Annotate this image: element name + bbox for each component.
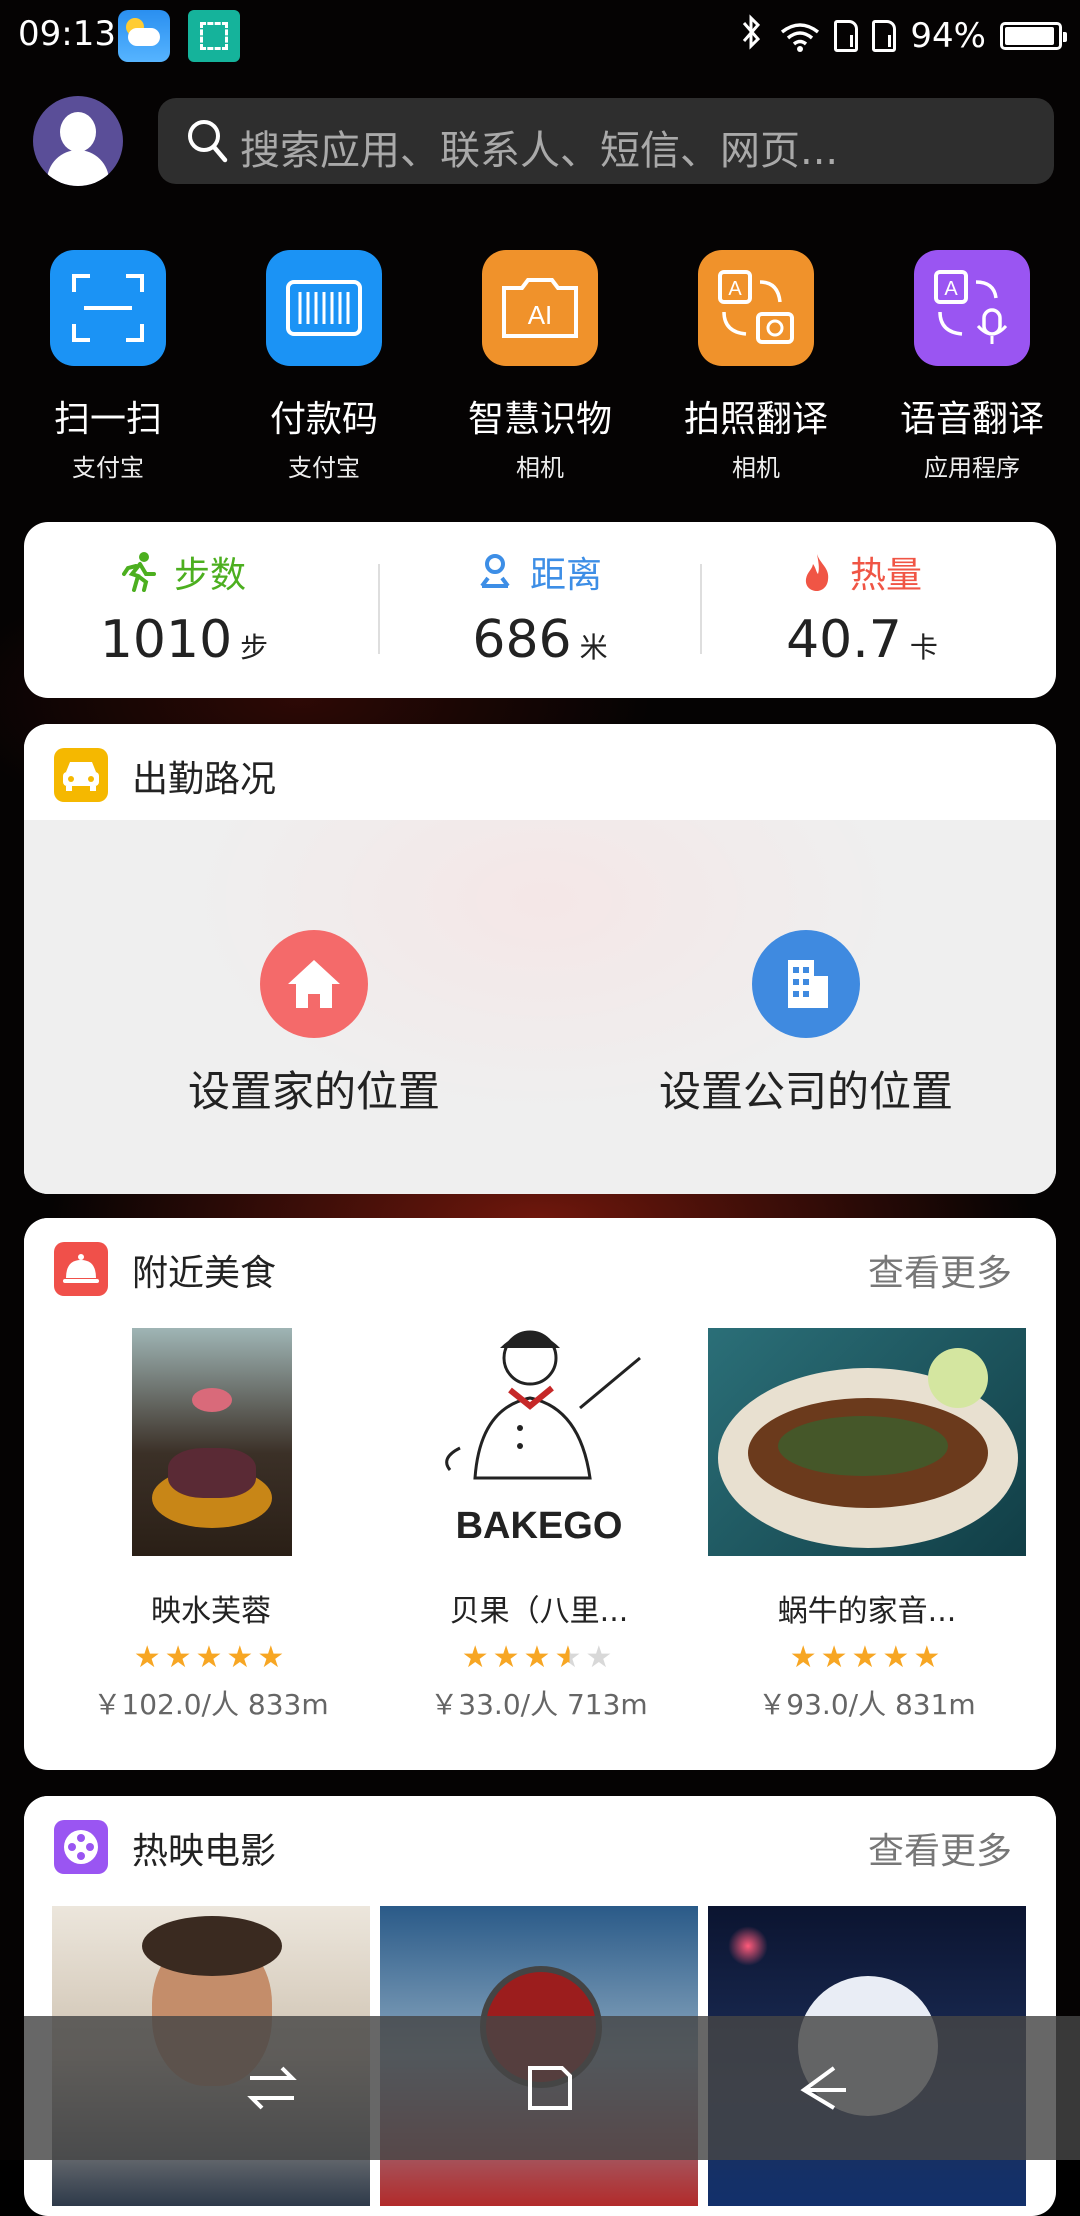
bluetooth-icon <box>738 13 766 59</box>
restaurant-name: 蜗牛的家音... <box>777 1594 957 1629</box>
flame-icon <box>805 554 829 591</box>
card-title: 热映电影 <box>132 1831 277 1872</box>
commute-body: 设置家的位置 设置公司的位置 <box>24 820 1056 1194</box>
card-title: 出勤路况 <box>132 759 277 800</box>
fitness-card[interactable]: 步数 1010 步 距离 686 米 热量 40.7 卡 <box>24 522 1056 698</box>
nearby-food-card: 附近美食 查看更多 映水芙蓉 ★★★★★ ￥102.0/人 833m BAKEG… <box>24 1218 1056 1770</box>
location-icon <box>480 554 510 588</box>
photo-translate-icon: A <box>698 250 814 366</box>
svg-text:A: A <box>944 278 958 300</box>
shortcut-voice-translate[interactable]: A 语音翻译 应用程序 <box>872 250 1072 483</box>
chef-logo-image: BAKEGO <box>445 1330 641 1547</box>
shortcut-sub: 相机 <box>516 454 564 482</box>
shortcut-sub: 相机 <box>732 454 780 482</box>
weather-app-icon <box>118 10 170 62</box>
restaurant-name: 映水芙蓉 <box>151 1594 271 1629</box>
barcode-icon <box>266 250 382 366</box>
restaurant-photo <box>52 1328 370 1556</box>
movies-see-more-link[interactable]: 查看更多 <box>868 1822 1012 1874</box>
svg-text:A: A <box>728 278 742 300</box>
status-time: 09:13 <box>18 14 116 54</box>
restaurant-card[interactable]: BAKEGO 贝果（八里... ★★★★★ ￥33.0/人 713m <box>380 1328 698 1748</box>
home-icon <box>260 930 368 1038</box>
battery-percent: 94% <box>910 16 986 56</box>
calories-label: 热量 <box>849 555 922 596</box>
back-icon[interactable] <box>794 2060 854 2116</box>
shortcut-photo-translate[interactable]: A 拍照翻译 相机 <box>656 250 856 483</box>
restaurant-card[interactable]: 蜗牛的家音... ★★★★★ ￥93.0/人 831m <box>708 1328 1026 1748</box>
running-icon <box>121 552 156 592</box>
rating-stars: ★★★★★ <box>789 1640 945 1675</box>
home-button-icon[interactable] <box>518 2060 578 2116</box>
scanner-app-icon <box>188 10 240 62</box>
battery-icon <box>1000 22 1067 50</box>
shortcut-label: 智慧识物 <box>467 399 612 440</box>
restaurant-card[interactable]: 映水芙蓉 ★★★★★ ￥102.0/人 833m <box>52 1328 370 1748</box>
car-icon <box>54 748 108 802</box>
status-bar: 09:13 94% <box>0 0 1080 72</box>
card-header: 热映电影 查看更多 <box>24 1796 1056 1892</box>
steps-value: 1010 <box>99 610 233 670</box>
shortcut-scan[interactable]: 扫一扫 支付宝 <box>8 250 208 483</box>
card-header: 附近美食 查看更多 <box>24 1218 1056 1314</box>
shortcut-label: 拍照翻译 <box>683 399 828 440</box>
shortcut-sub: 应用程序 <box>924 454 1020 482</box>
card-header: 出勤路况 <box>24 724 1056 820</box>
shortcut-label: 付款码 <box>269 399 378 440</box>
film-reel-icon <box>54 1820 108 1874</box>
navigation-bar <box>24 2016 1080 2160</box>
rating-stars: ★★★★★ <box>461 1640 617 1675</box>
distance-value: 686 <box>472 610 572 670</box>
svg-text:AI: AI <box>528 300 553 330</box>
restaurant-name: 贝果（八里... <box>449 1594 629 1629</box>
office-building-icon <box>752 930 860 1038</box>
restaurant-meta: ￥102.0/人 833m <box>93 1688 329 1721</box>
calories-stat: 热量 40.7 卡 <box>702 522 1022 698</box>
set-office-button[interactable]: 设置公司的位置 <box>596 930 1016 1119</box>
restaurant-meta: ￥93.0/人 831m <box>758 1688 976 1721</box>
steps-stat: 步数 1010 步 <box>24 522 344 698</box>
calories-unit: 卡 <box>909 631 938 664</box>
steps-label: 步数 <box>173 555 246 596</box>
restaurant-photo <box>708 1328 1026 1556</box>
steps-unit: 步 <box>240 631 269 664</box>
battery-level <box>1005 27 1054 45</box>
commute-card: 出勤路况 设置家的位置 设置公司的位置 <box>24 724 1056 1194</box>
shortcut-sub: 支付宝 <box>288 454 360 482</box>
sim-icon <box>872 20 897 52</box>
food-see-more-link[interactable]: 查看更多 <box>868 1244 1012 1296</box>
search-input[interactable]: 搜索应用、联系人、短信、网页... <box>240 118 838 176</box>
set-home-button[interactable]: 设置家的位置 <box>104 930 524 1119</box>
voice-translate-icon: A <box>914 250 1030 366</box>
shortcut-ai-recognize[interactable]: AI 智慧识物 相机 <box>440 250 640 483</box>
restaurant-meta: ￥33.0/人 713m <box>430 1688 648 1721</box>
home-label: 设置家的位置 <box>187 1067 440 1116</box>
shortcut-payment-code[interactable]: 付款码 支付宝 <box>224 250 424 483</box>
calories-value: 40.7 <box>786 610 902 670</box>
ai-camera-icon: AI <box>482 250 598 366</box>
wifi-icon <box>780 21 820 52</box>
restaurant-photo: BAKEGO <box>380 1328 698 1556</box>
search-bar[interactable]: 搜索应用、联系人、短信、网页... <box>158 98 1054 184</box>
search-icon <box>188 120 228 163</box>
distance-stat: 距离 686 米 <box>380 522 700 698</box>
rating-stars: ★★★★★ <box>133 1640 289 1675</box>
scan-icon <box>50 250 166 366</box>
distance-label: 距离 <box>529 555 602 596</box>
avatar[interactable] <box>33 96 123 186</box>
bakery-logo-text: BAKEGO <box>456 1505 623 1547</box>
shortcut-row: 扫一扫 支付宝 付款码 支付宝 AI 智慧识物 相机 A 拍照翻译 相机 A 语… <box>0 250 1080 483</box>
switch-apps-icon[interactable] <box>242 2060 302 2116</box>
shortcut-label: 语音翻译 <box>899 399 1044 440</box>
shortcut-label: 扫一扫 <box>53 399 162 440</box>
shortcut-sub: 支付宝 <box>72 454 144 482</box>
food-cloche-icon <box>54 1242 108 1296</box>
distance-unit: 米 <box>579 631 608 664</box>
card-title: 附近美食 <box>132 1253 277 1294</box>
sim-icon <box>834 20 859 52</box>
office-label: 设置公司的位置 <box>658 1067 953 1116</box>
